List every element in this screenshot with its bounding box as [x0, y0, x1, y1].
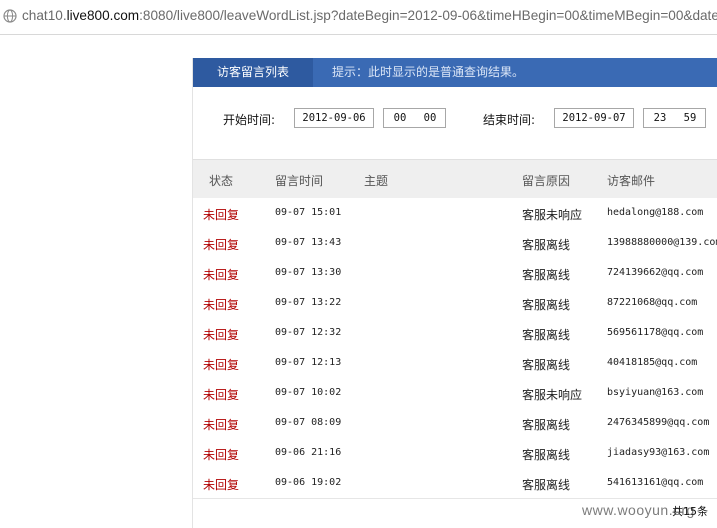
table-row[interactable]: 未回复 09-07 15:01 客服未响应 hedalong@188.com	[193, 198, 717, 229]
time-cell: 09-07 12:32	[275, 327, 342, 338]
col-status: 状态	[209, 174, 234, 188]
col-time: 留言时间	[275, 174, 324, 188]
reason-cell: 客服离线	[522, 448, 571, 462]
table-header: 状态 留言时间 主题 留言原因 访客邮件	[193, 159, 717, 198]
col-subject: 主题	[364, 174, 389, 188]
table-row[interactable]: 未回复 09-07 13:22 客服离线 87221068@qq.com	[193, 288, 717, 319]
col-reason: 留言原因	[522, 174, 571, 188]
reason-cell: 客服离线	[522, 268, 571, 282]
email-cell: jiadasy93@163.com	[607, 447, 710, 458]
time-cell: 09-07 12:13	[275, 357, 342, 368]
table-row[interactable]: 未回复 09-07 10:02 客服未响应 bsyiyuan@163.com	[193, 378, 717, 409]
email-cell: 13988880000@139.com	[607, 237, 717, 248]
table-row[interactable]: 未回复 09-07 13:30 客服离线 724139662@qq.com	[193, 258, 717, 289]
email-cell: 569561178@qq.com	[607, 327, 704, 338]
time-cell: 09-06 21:16	[275, 447, 342, 458]
reason-cell: 客服离线	[522, 418, 571, 432]
reason-cell: 客服离线	[522, 238, 571, 252]
email-cell: 87221068@qq.com	[607, 297, 698, 308]
start-time-label: 开始时间:	[223, 113, 276, 127]
reason-cell: 客服离线	[522, 328, 571, 342]
record-count: 共15条	[672, 505, 708, 518]
email-cell: 2476345899@qq.com	[607, 417, 710, 428]
table-row[interactable]: 未回复 09-07 08:09 客服离线 2476345899@qq.com	[193, 408, 717, 439]
reason-cell: 客服未响应	[522, 208, 583, 222]
time-cell: 09-07 13:30	[275, 267, 342, 278]
reason-cell: 客服离线	[522, 478, 571, 492]
time-cell: 09-07 10:02	[275, 387, 342, 398]
globe-icon	[3, 9, 17, 23]
status-cell[interactable]: 未回复	[203, 236, 239, 253]
email-cell: hedalong@188.com	[607, 207, 704, 218]
time-cell: 09-07 13:43	[275, 237, 342, 248]
address-bar[interactable]: chat10.live800.com:8080/live800/leaveWor…	[0, 0, 717, 35]
end-hour-input[interactable]: 23	[643, 108, 677, 128]
time-cell: 09-06 19:02	[275, 477, 342, 488]
table-row[interactable]: 未回复 09-07 12:32 客服离线 569561178@qq.com	[193, 318, 717, 349]
query-tip: 提示：此时显示的是普通查询结果。	[332, 65, 525, 79]
panel-header: 访客留言列表 提示：此时显示的是普通查询结果。	[193, 58, 717, 87]
status-cell[interactable]: 未回复	[203, 206, 239, 223]
tab-leave-word-list[interactable]: 访客留言列表	[193, 58, 313, 87]
table-row[interactable]: 未回复 09-07 12:13 客服离线 40418185@qq.com	[193, 348, 717, 379]
status-cell[interactable]: 未回复	[203, 266, 239, 283]
status-cell[interactable]: 未回复	[203, 476, 239, 493]
status-cell[interactable]: 未回复	[203, 296, 239, 313]
email-cell: 541613161@qq.com	[607, 477, 704, 488]
status-cell[interactable]: 未回复	[203, 446, 239, 463]
start-minute-input[interactable]: 00	[415, 108, 446, 128]
end-date-input[interactable]: 2012-09-07	[554, 108, 634, 128]
leave-word-panel: 访客留言列表 提示：此时显示的是普通查询结果。 开始时间: 2012-09-06…	[192, 58, 717, 528]
reason-cell: 客服未响应	[522, 388, 583, 402]
time-cell: 09-07 13:22	[275, 297, 342, 308]
end-time-label: 结束时间:	[483, 113, 536, 127]
email-cell: 724139662@qq.com	[607, 267, 704, 278]
url-host: live800.com	[66, 8, 140, 23]
url-text[interactable]: chat10.live800.com:8080/live800/leaveWor…	[22, 8, 717, 23]
time-cell: 09-07 15:01	[275, 207, 342, 218]
url-prefix: chat10.	[22, 8, 67, 23]
status-cell[interactable]: 未回复	[203, 416, 239, 433]
status-cell[interactable]: 未回复	[203, 386, 239, 403]
reason-cell: 客服离线	[522, 358, 571, 372]
table-row[interactable]: 未回复 09-07 13:43 客服离线 13988880000@139.com	[193, 228, 717, 259]
reason-cell: 客服离线	[522, 298, 571, 312]
email-cell: bsyiyuan@163.com	[607, 387, 704, 398]
table-row[interactable]: 未回复 09-06 21:16 客服离线 jiadasy93@163.com	[193, 438, 717, 469]
url-rest: :8080/live800/leaveWordList.jsp?dateBegi…	[139, 8, 717, 23]
status-cell[interactable]: 未回复	[203, 356, 239, 373]
end-minute-input[interactable]: 59	[675, 108, 706, 128]
start-date-input[interactable]: 2012-09-06	[294, 108, 374, 128]
table-row[interactable]: 未回复 09-06 19:02 客服离线 541613161@qq.com	[193, 468, 717, 499]
email-cell: 40418185@qq.com	[607, 357, 698, 368]
col-email: 访客邮件	[607, 174, 656, 188]
time-cell: 09-07 08:09	[275, 417, 342, 428]
status-cell[interactable]: 未回复	[203, 326, 239, 343]
start-hour-input[interactable]: 00	[383, 108, 417, 128]
